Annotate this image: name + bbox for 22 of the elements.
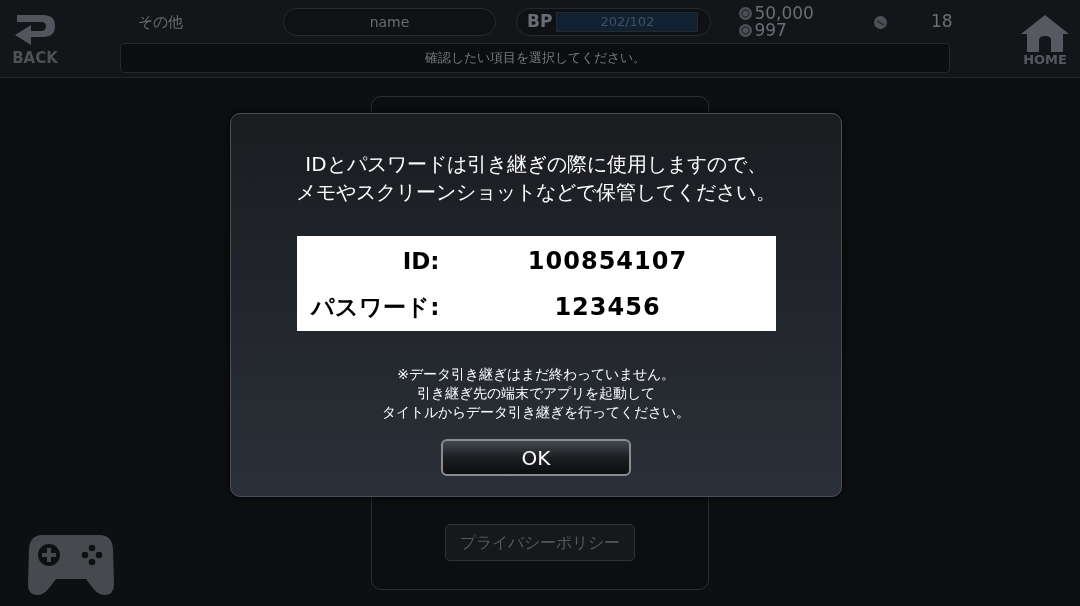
house-icon [1020,13,1070,52]
dialog-note: ※データ引き継ぎはまだ終わっていません。 引き継ぎ先の端末でアプリを起動して タイトルからデータ引き継ぎを行ってください。 [382,365,690,422]
credential-label: ID: [401,246,440,276]
ring-coin-icon [739,7,753,20]
coin-icon [739,24,753,37]
back-button[interactable]: BACK [0,0,70,77]
item-count: 18 [930,10,953,34]
bp-label: BP [527,10,553,34]
credential-value: 100854107 [526,245,689,277]
orb-icon [873,15,887,29]
gamepad-icon[interactable] [28,535,114,595]
player-name-field: name [283,8,496,36]
credential-value: 123456 [553,291,662,323]
section-title: その他 [138,11,183,33]
currency-amount: 50,000 [754,5,814,22]
menu-button[interactable]: プライバシーポリシー [445,524,635,561]
currency-amount: 997 [754,22,787,39]
dialog-message: IDとパスワードは引き継ぎの際に使用しますので、 メモやスクリーンショットなどで保管してください。 [296,151,776,206]
credential-label: パスワード: [309,292,440,322]
instruction-bar: 確認したい項目を選択してください。 [120,43,950,73]
home-button[interactable]: HOME [1010,0,1080,77]
ok-button[interactable]: OK [441,439,631,476]
